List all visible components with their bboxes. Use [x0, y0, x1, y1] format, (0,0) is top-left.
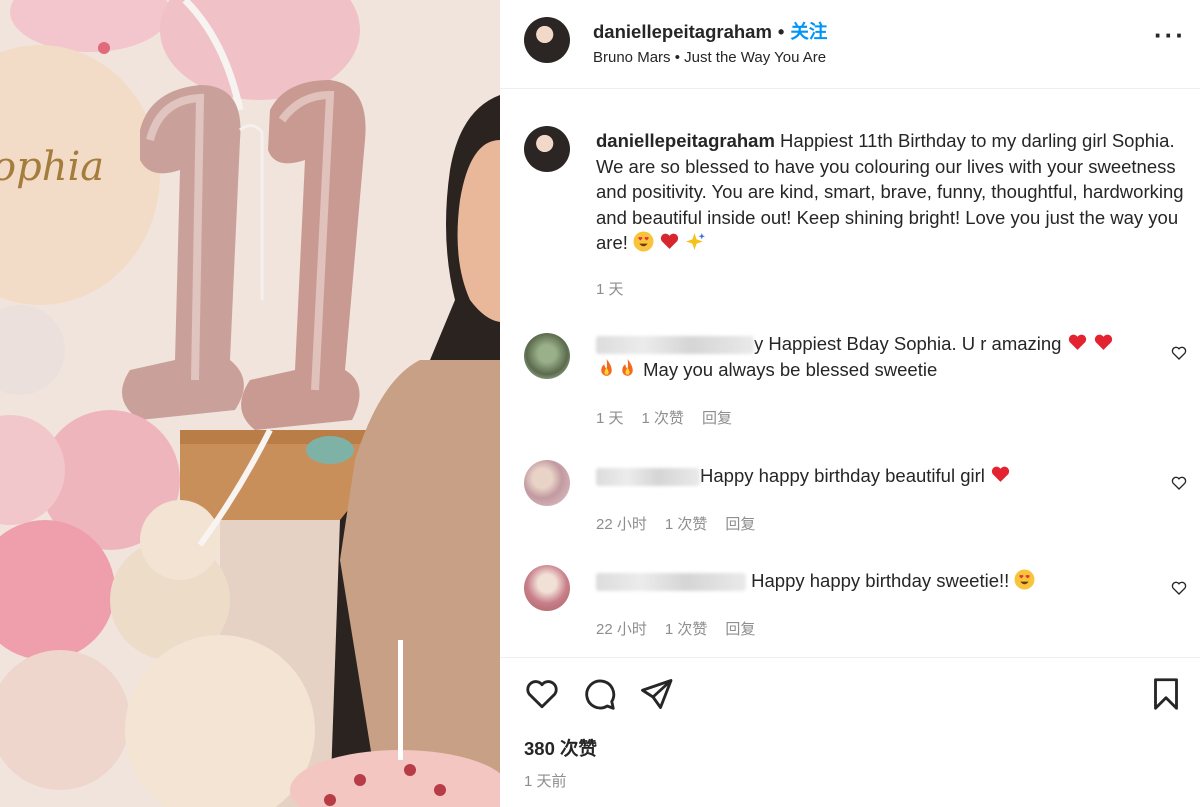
fire-emoji-icon: [622, 358, 633, 376]
post-header: daniellepeitagraham • 关注: [593, 18, 827, 44]
like-comment-heart-icon[interactable]: [1170, 344, 1188, 362]
comment-3-reply-button[interactable]: 回复: [725, 621, 755, 638]
comment-2-visible-start: H: [700, 465, 714, 486]
author-avatar[interactable]: [524, 17, 570, 63]
comment-3: Happy happy birthday sweetie!!: [596, 568, 1176, 594]
comment-avatar[interactable]: [524, 460, 570, 506]
comment-1-line2: May you always be blessed sweetie: [643, 358, 938, 380]
caption-username[interactable]: daniellepeitagraham: [596, 130, 775, 151]
comment-2-time: 22 小时: [596, 516, 647, 533]
comment-2-text: appy happy birthday beautiful girl: [713, 465, 985, 486]
post-photo: ophia: [0, 0, 500, 807]
like-comment-heart-icon[interactable]: [1170, 474, 1188, 492]
caption-avatar[interactable]: [524, 126, 570, 172]
song-label[interactable]: Bruno Mars • Just the Way You Are: [593, 49, 826, 66]
posted-time: 1 天前: [524, 773, 567, 790]
comment-1-time: 1 天: [596, 410, 624, 427]
share-send-icon[interactable]: [638, 676, 674, 712]
red-heart-emoji-icon: [1068, 334, 1086, 350]
comment-2: Happy happy birthday beautiful girl: [596, 463, 1176, 489]
follow-button[interactable]: 关注: [790, 21, 827, 42]
comment-3-time: 22 小时: [596, 621, 647, 638]
comment-1-likes[interactable]: 1 次赞: [642, 410, 685, 427]
save-bookmark-icon[interactable]: [1148, 676, 1184, 712]
header-divider: [500, 88, 1200, 89]
comment-3-likes[interactable]: 1 次赞: [665, 621, 708, 638]
comment-1-reply-button[interactable]: 回复: [702, 410, 732, 427]
blurred-username: [596, 573, 746, 592]
comment-avatar[interactable]: [524, 333, 570, 379]
likes-count[interactable]: 380 次赞: [524, 735, 597, 761]
birthday-photo-illustration: ophia: [0, 0, 500, 807]
comment-1-text: Happiest Bday Sophia. U r amazing: [768, 333, 1062, 354]
heart-eyes-emoji-icon: [1014, 569, 1035, 590]
like-heart-icon[interactable]: [524, 676, 560, 712]
post-panel: daniellepeitagraham • 关注 Bruno Mars • Just…: [500, 0, 1200, 807]
comment-2-meta: 22 小时 1 次赞 回复: [596, 513, 773, 534]
comment-1-meta: 1 天 1 次赞 回复: [596, 407, 750, 428]
comment-3-text: Happy happy birthday sweetie!!: [751, 570, 1010, 591]
comment-3-meta: 22 小时 1 次赞 回复: [596, 618, 773, 639]
fire-emoji-icon: [601, 358, 612, 376]
author-username[interactable]: daniellepeitagraham: [593, 21, 772, 42]
actions-divider: [500, 657, 1200, 658]
comment-1-visible-start: y: [754, 333, 764, 354]
comment-avatar[interactable]: [524, 565, 570, 611]
heart-eyes-emoji-icon: [633, 231, 654, 252]
caption-time: 1 天: [596, 281, 624, 298]
blurred-username: [596, 336, 754, 355]
blurred-username: [596, 468, 700, 487]
caption-meta: 1 天: [596, 278, 642, 299]
comment-1: y Happiest Bday Sophia. U r amazing May …: [596, 331, 1176, 382]
comment-2-reply-button[interactable]: 回复: [725, 516, 755, 533]
caption: daniellepeitagraham Happiest 11th Birthd…: [596, 128, 1196, 256]
balloon-name-text: ophia: [0, 144, 104, 190]
red-heart-emoji-icon: [991, 466, 1010, 482]
sparkles-emoji-icon: [686, 233, 706, 251]
header-dot: •: [777, 21, 785, 42]
action-bar: [524, 676, 1184, 712]
red-heart-emoji-icon: [1094, 334, 1112, 350]
comment-bubble-icon[interactable]: [581, 676, 617, 712]
heart-emoji-icon: [661, 233, 679, 250]
like-comment-heart-icon[interactable]: [1170, 579, 1188, 597]
comment-2-likes[interactable]: 1 次赞: [665, 516, 708, 533]
more-options-icon[interactable]: ···: [1154, 22, 1186, 48]
